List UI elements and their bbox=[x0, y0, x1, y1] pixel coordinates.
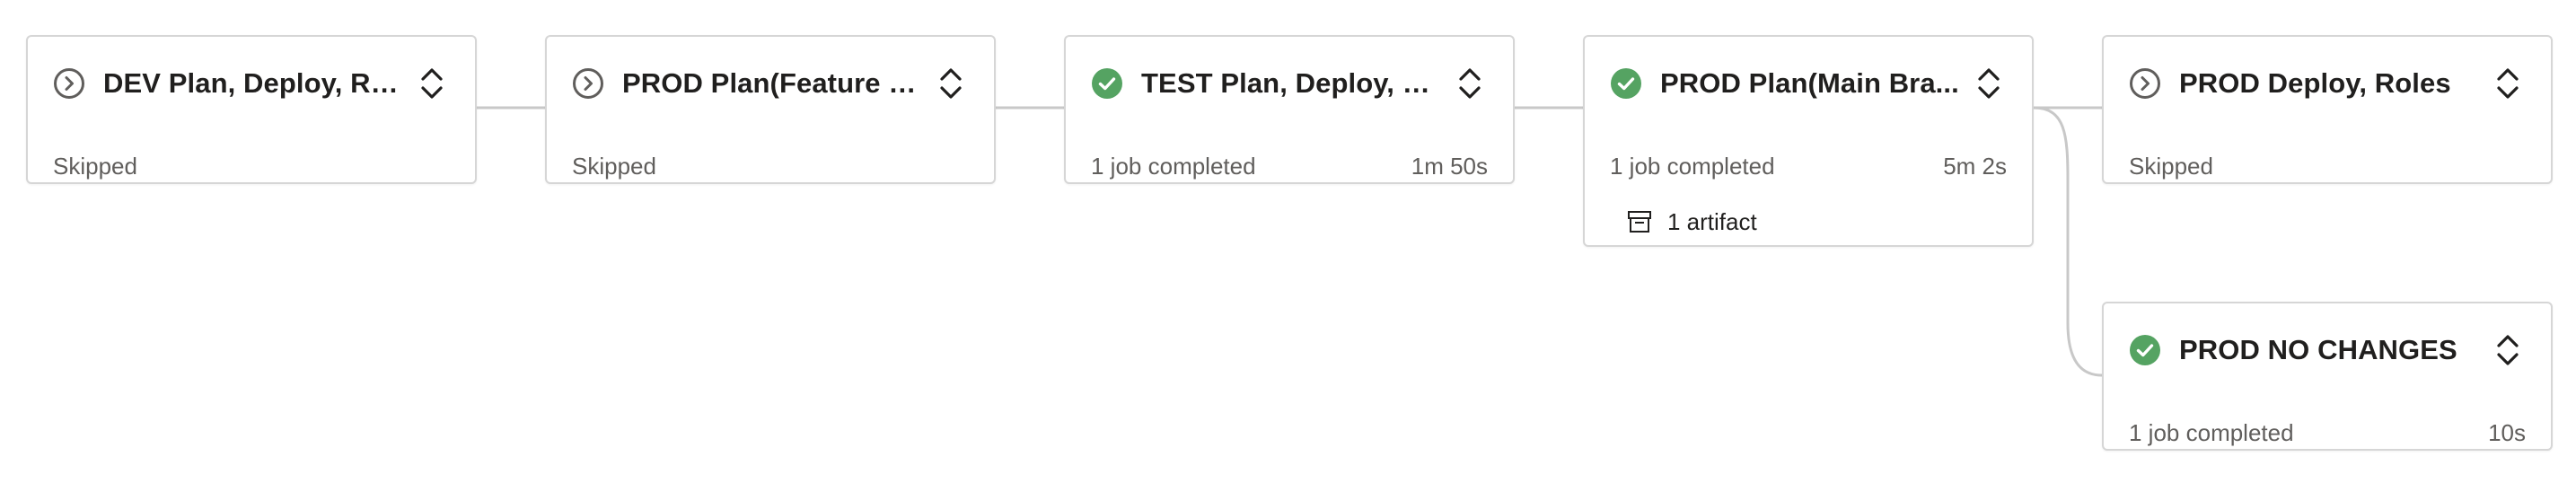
stage-title: PROD NO CHANGES bbox=[2179, 334, 2457, 365]
pipeline-stages-view: DEV Plan, Deploy, Rol... Skipped PROD Pl… bbox=[0, 0, 2576, 483]
expand-collapse-icon[interactable] bbox=[933, 58, 969, 109]
connector-prod-main-to-prod-no-changes bbox=[2033, 106, 2103, 377]
expand-collapse-icon[interactable] bbox=[1452, 58, 1488, 109]
stage-header: TEST Plan, Deploy, R... bbox=[1091, 37, 1488, 130]
stage-status-text: Skipped bbox=[53, 152, 137, 180]
stage-card-prod-no-changes[interactable]: PROD NO CHANGES 1 job completed 10s bbox=[2102, 302, 2553, 451]
expand-collapse-icon[interactable] bbox=[1971, 58, 2007, 109]
stage-duration: 1m 50s bbox=[1411, 152, 1488, 180]
stage-header: PROD Plan(Feature B... bbox=[572, 37, 969, 130]
stage-header: PROD Plan(Main Bra... bbox=[1610, 37, 2007, 130]
stage-status-text: Skipped bbox=[2129, 152, 2213, 180]
chevron-right-circle-icon bbox=[2129, 67, 2161, 100]
stage-title: PROD Plan(Main Bra... bbox=[1660, 67, 1959, 99]
chevron-right-circle-icon bbox=[572, 67, 604, 100]
artifact-link[interactable]: 1 artifact bbox=[1624, 204, 1757, 240]
expand-collapse-icon[interactable] bbox=[2490, 325, 2526, 375]
stage-info: 1 job completed 10s bbox=[2129, 415, 2526, 451]
stage-header: PROD NO CHANGES bbox=[2129, 303, 2526, 397]
stage-info: Skipped bbox=[572, 148, 969, 184]
stage-status-text: Skipped bbox=[572, 152, 656, 180]
stage-status-text: 1 job completed bbox=[2129, 418, 2294, 446]
chevron-right-circle-icon bbox=[53, 67, 85, 100]
artifact-icon bbox=[1624, 206, 1655, 237]
stage-title: PROD Deploy, Roles bbox=[2179, 67, 2451, 99]
stage-title: PROD Plan(Feature B... bbox=[622, 67, 922, 99]
stage-info: Skipped bbox=[53, 148, 450, 184]
stage-card-prod-feature[interactable]: PROD Plan(Feature B... Skipped bbox=[545, 35, 996, 184]
check-circle-icon bbox=[1091, 67, 1123, 100]
stage-header: DEV Plan, Deploy, Rol... bbox=[53, 37, 450, 130]
stage-title: TEST Plan, Deploy, R... bbox=[1141, 67, 1441, 99]
stage-title: DEV Plan, Deploy, Rol... bbox=[103, 67, 403, 99]
stage-header: PROD Deploy, Roles bbox=[2129, 37, 2526, 130]
check-circle-icon bbox=[1610, 67, 1642, 100]
stage-duration: 10s bbox=[2488, 418, 2526, 446]
stage-info: Skipped bbox=[2129, 148, 2526, 184]
stage-card-dev[interactable]: DEV Plan, Deploy, Rol... Skipped bbox=[26, 35, 477, 184]
stage-status-text: 1 job completed bbox=[1091, 152, 1256, 180]
stage-card-prod-deploy[interactable]: PROD Deploy, Roles Skipped bbox=[2102, 35, 2553, 184]
stage-info: 1 job completed 5m 2s bbox=[1610, 148, 2007, 184]
expand-collapse-icon[interactable] bbox=[2490, 58, 2526, 109]
artifact-count: 1 artifact bbox=[1667, 207, 1757, 235]
check-circle-icon bbox=[2129, 334, 2161, 366]
stage-card-test[interactable]: TEST Plan, Deploy, R... 1 job completed … bbox=[1064, 35, 1515, 184]
expand-collapse-icon[interactable] bbox=[414, 58, 450, 109]
stage-status-text: 1 job completed bbox=[1610, 152, 1775, 180]
stage-card-prod-main[interactable]: PROD Plan(Main Bra... 1 job completed 5m… bbox=[1583, 35, 2034, 247]
stage-duration: 5m 2s bbox=[1943, 152, 2007, 180]
stage-info: 1 job completed 1m 50s bbox=[1091, 148, 1488, 184]
